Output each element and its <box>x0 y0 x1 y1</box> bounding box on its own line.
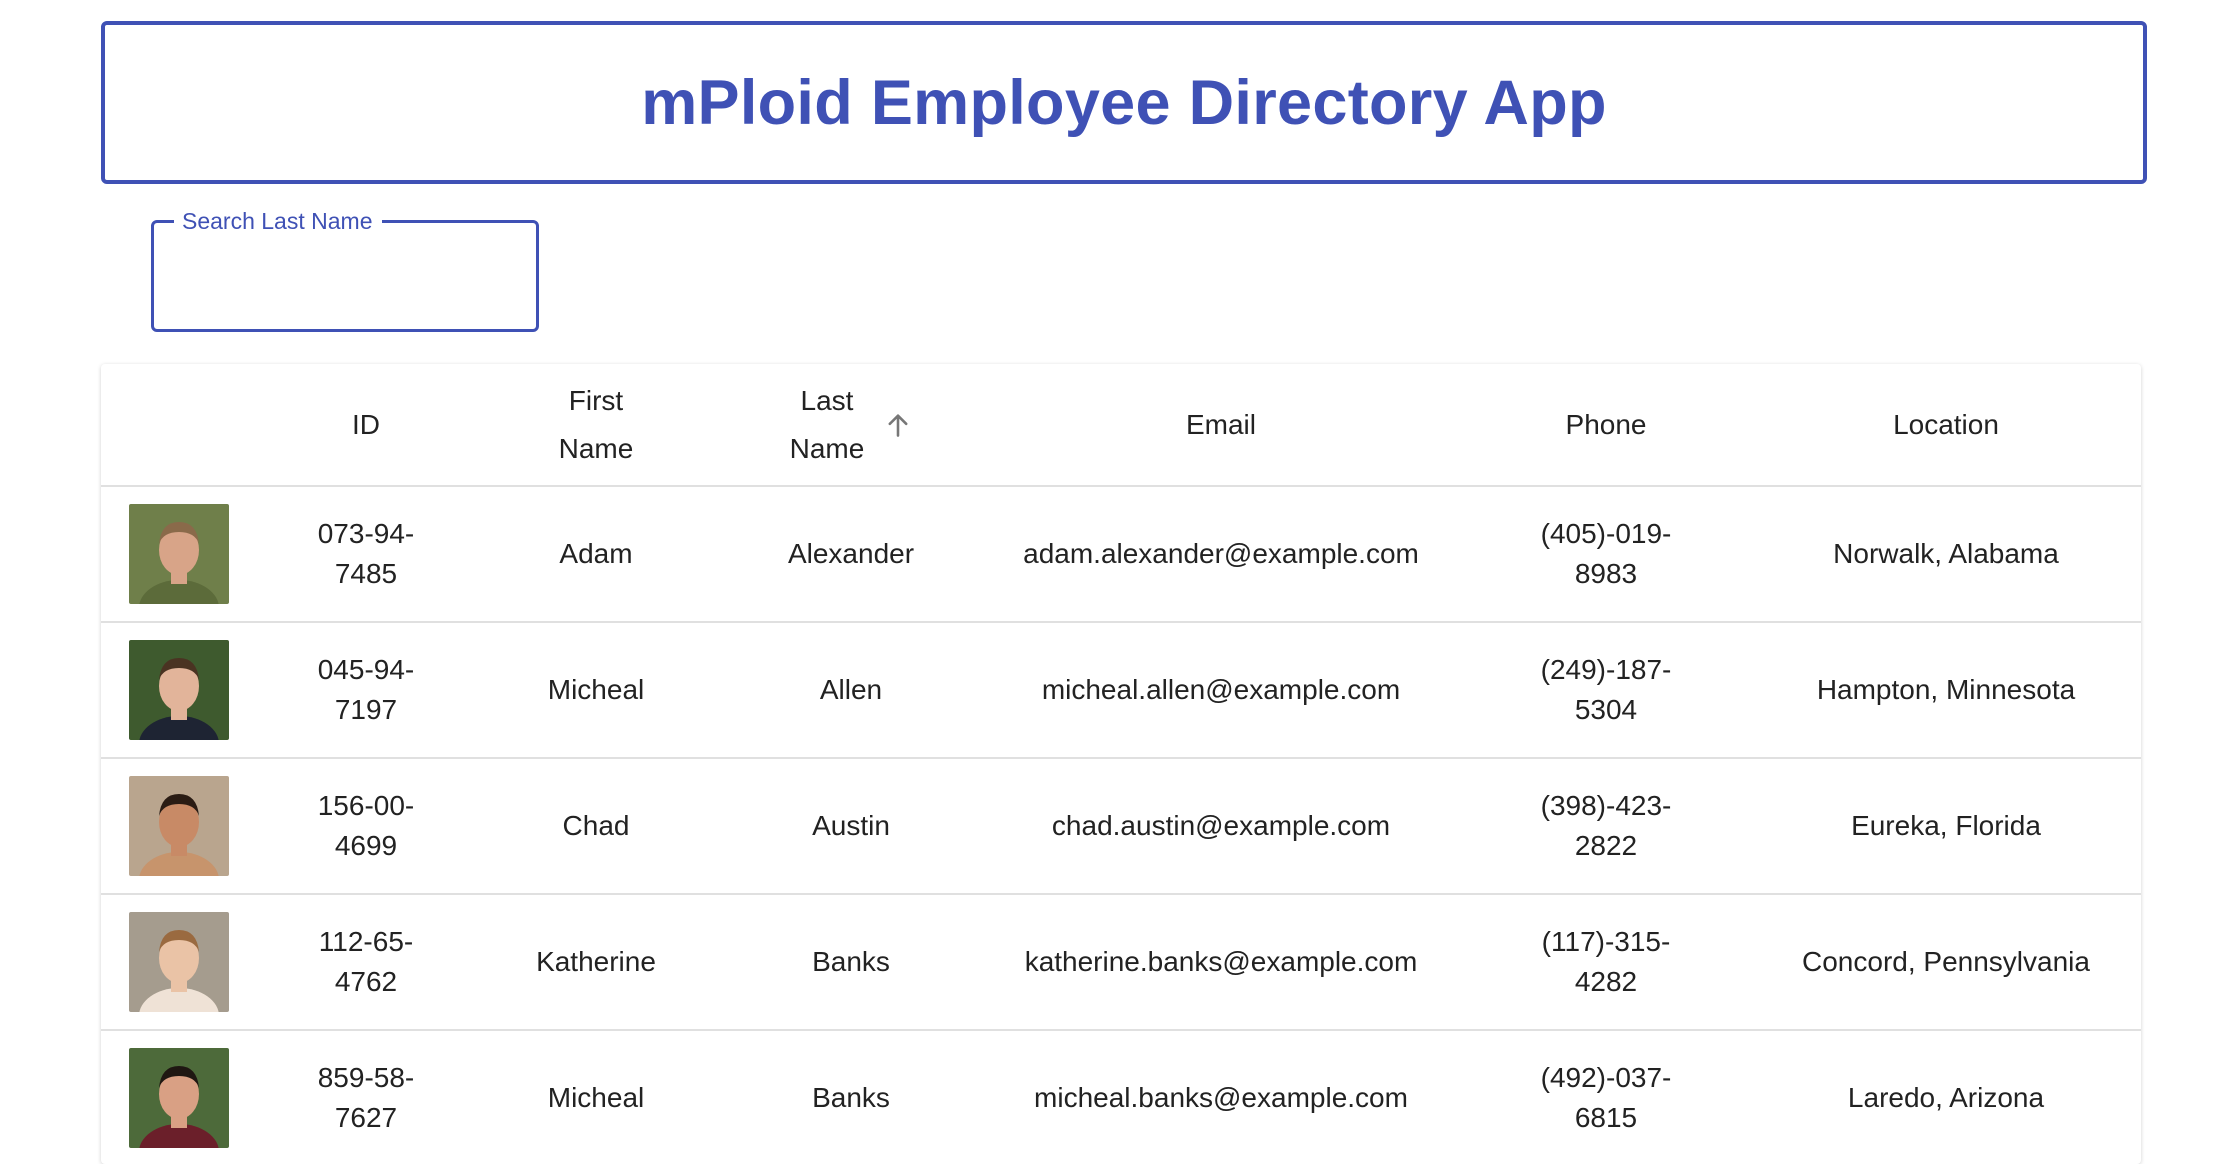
last-name-cell: Banks <box>721 1030 981 1164</box>
id-cell: 073-94- 7485 <box>261 486 471 623</box>
avatar-cell <box>101 894 261 1031</box>
id-cell: 112-65- 4762 <box>261 894 471 1031</box>
last-name-cell: Allen <box>721 622 981 759</box>
last-name-cell: Austin <box>721 758 981 895</box>
first-name-cell: Micheal <box>471 1030 721 1164</box>
header-location[interactable]: Location <box>1751 364 2141 487</box>
email-cell: micheal.banks@example.com <box>981 1030 1461 1164</box>
header-first-name-line2: Name <box>558 432 634 464</box>
search-field[interactable]: Search Last Name <box>151 207 539 332</box>
first-name-cell: Adam <box>471 486 721 623</box>
email-cell: adam.alexander@example.com <box>981 486 1461 623</box>
header-email[interactable]: Email <box>981 364 1461 487</box>
phone-cell: (492)-037- 6815 <box>1461 1030 1751 1164</box>
email-cell: chad.austin@example.com <box>981 758 1461 895</box>
location-cell: Laredo, Arizona <box>1751 1030 2141 1164</box>
search-input[interactable] <box>170 253 524 305</box>
table-row: 156-00- 4699 Chad Austin chad.austin@exam… <box>101 758 2141 895</box>
phone-cell: (117)-315- 4282 <box>1461 894 1751 1031</box>
table-header-row: ID First Name Last Name Email Phone Locati… <box>101 364 2141 487</box>
phone-cell: (249)-187- 5304 <box>1461 622 1751 759</box>
avatar <box>129 912 229 1012</box>
id-cell: 045-94- 7197 <box>261 622 471 759</box>
header-last-name-line2: Name <box>789 432 865 464</box>
avatar-cell <box>101 1030 261 1164</box>
header-last-name-line1: Last <box>800 384 854 416</box>
avatar-cell <box>101 622 261 759</box>
header-first-name-line1: First <box>568 384 624 416</box>
employee-table-panel: ID First Name Last Name Email Phone Locati… <box>101 364 2141 1164</box>
avatar-cell <box>101 486 261 623</box>
table-row: 859-58- 7627 Micheal Banks micheal.banks@… <box>101 1030 2141 1164</box>
location-cell: Concord, Pennsylvania <box>1751 894 2141 1031</box>
header-location-label: Location <box>1893 408 1999 440</box>
last-name-cell: Banks <box>721 894 981 1031</box>
avatar <box>129 1048 229 1148</box>
header-avatar <box>101 364 261 487</box>
avatar-cell <box>101 758 261 895</box>
location-cell: Hampton, Minnesota <box>1751 622 2141 759</box>
search-label: Search Last Name <box>174 207 383 235</box>
phone-cell: (398)-423- 2822 <box>1461 758 1751 895</box>
header-email-label: Email <box>1185 408 1256 440</box>
app-header: mPloid Employee Directory App <box>101 21 2147 184</box>
employee-table: ID First Name Last Name Email Phone Locati… <box>101 364 2141 1164</box>
header-id-label: ID <box>352 408 380 440</box>
header-id[interactable]: ID <box>261 364 471 487</box>
arrow-up-icon[interactable] <box>884 411 912 439</box>
header-phone[interactable]: Phone <box>1461 364 1751 487</box>
avatar <box>129 640 229 740</box>
table-row: 073-94- 7485 Adam Alexander adam.alexande… <box>101 486 2141 623</box>
first-name-cell: Chad <box>471 758 721 895</box>
table-row: 045-94- 7197 Micheal Allen micheal.allen@… <box>101 622 2141 759</box>
last-name-cell: Alexander <box>721 486 981 623</box>
avatar <box>129 776 229 876</box>
header-last-name[interactable]: Last Name <box>721 364 981 487</box>
first-name-cell: Katherine <box>471 894 721 1031</box>
location-cell: Eureka, Florida <box>1751 758 2141 895</box>
phone-cell: (405)-019- 8983 <box>1461 486 1751 623</box>
id-cell: 859-58- 7627 <box>261 1030 471 1164</box>
id-cell: 156-00- 4699 <box>261 758 471 895</box>
email-cell: micheal.allen@example.com <box>981 622 1461 759</box>
header-first-name[interactable]: First Name <box>471 364 721 487</box>
email-cell: katherine.banks@example.com <box>981 894 1461 1031</box>
first-name-cell: Micheal <box>471 622 721 759</box>
avatar <box>129 504 229 604</box>
app-title: mPloid Employee Directory App <box>641 67 1607 138</box>
table-row: 112-65- 4762 Katherine Banks katherine.ba… <box>101 894 2141 1031</box>
location-cell: Norwalk, Alabama <box>1751 486 2141 623</box>
header-phone-label: Phone <box>1565 408 1647 440</box>
